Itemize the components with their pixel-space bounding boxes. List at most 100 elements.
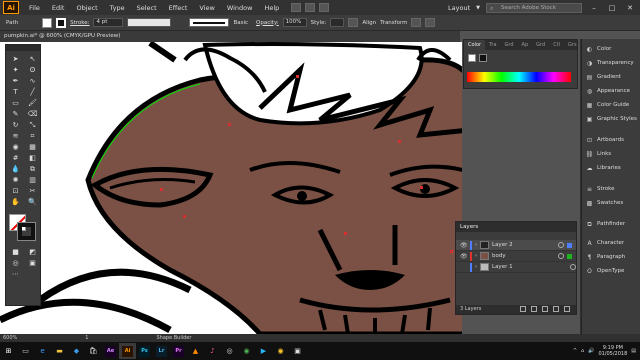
layer-target-icon[interactable] [570,264,576,270]
perspective-grid-tool-icon[interactable]: ▦ [25,142,40,152]
screen-mode-icon[interactable]: ▣ [25,258,40,268]
tab-gradient[interactable]: Grd [501,40,518,50]
new-sublayer-icon[interactable] [542,306,548,312]
network-icon[interactable]: ⌂ [581,348,584,354]
chrome-canary-icon[interactable]: ◉ [272,343,289,359]
stroke-black-swatch[interactable] [479,54,487,62]
steam-icon[interactable]: ◎ [221,343,238,359]
line-tool-icon[interactable]: ╱ [25,87,40,97]
windows-start-icon[interactable]: ⊞ [0,343,17,359]
rectangle-tool-icon[interactable]: ▭ [8,98,23,108]
app-lr-icon[interactable]: Lr [153,343,170,359]
tab-appearance[interactable]: Ap [518,40,533,50]
dock-item-libraries[interactable]: ☁ Libraries [585,162,621,174]
slice-tool-icon[interactable]: ✂ [25,186,40,196]
app-ps-icon[interactable]: Ps [136,343,153,359]
menu-view[interactable]: View [193,4,220,12]
current-tool-label[interactable]: Shape Builder [156,335,191,341]
rotate-tool-icon[interactable]: ↻ [8,120,23,130]
fill-swatch[interactable] [42,17,53,28]
dock-item-opentype[interactable]: O OpenType [585,265,624,277]
shape-builder-tool-icon[interactable]: ◉ [8,142,23,152]
dock-item-stroke[interactable]: ≡ Stroke [585,183,615,195]
dock-item-gradient[interactable]: ▤ Gradient [585,71,621,83]
new-layer-icon[interactable] [553,306,559,312]
scale-tool-icon[interactable]: ⤡ [25,120,40,130]
pencil-tool-icon[interactable]: ✎ [8,109,23,119]
column-graph-tool-icon[interactable]: ▥ [25,175,40,185]
dock-item-paragraph[interactable]: ¶ Paragraph [585,251,626,263]
app-ai-icon[interactable]: Ai [119,343,136,359]
audio-app-icon[interactable]: ♪ [204,343,221,359]
minimize-button[interactable]: – [588,4,600,12]
gradient-tool-icon[interactable]: ◧ [25,153,40,163]
menu-object[interactable]: Object [70,4,103,12]
dock-item-appearance[interactable]: ◍ Appearance [585,85,630,97]
notifications-icon[interactable]: ▤ [631,348,636,354]
blend-tool-icon[interactable]: ⧉ [25,164,40,174]
pen-tool-icon[interactable]: ✒ [8,76,23,86]
dock-item-transparency[interactable]: ◑ Transparency [585,57,634,69]
app-pr-icon[interactable]: Pr [170,343,187,359]
store-icon[interactable]: 🛍 [85,343,102,359]
tab-color[interactable]: Color [464,40,486,50]
zoom-tool-icon[interactable]: 🔍 [25,197,40,207]
chrome-icon[interactable]: ◉ [238,343,255,359]
transform-link[interactable]: Transform [380,20,407,26]
media-player-icon[interactable]: ▣ [289,343,306,359]
menu-select[interactable]: Select [131,4,163,12]
stock-icon[interactable] [305,3,316,12]
lasso-tool-icon[interactable]: ʘ [25,65,40,75]
workspace-switcher[interactable]: Layout [448,4,470,12]
draw-mode-icon[interactable]: ◎ [8,258,23,268]
arrange-documents-icon[interactable] [319,3,330,12]
dock-item-graphic-styles[interactable]: ▣ Graphic Styles [585,113,637,125]
menu-help[interactable]: Help [258,4,285,12]
dock-item-swatches[interactable]: ▩ Swatches [585,197,624,209]
tab-character[interactable]: Ctl [549,40,564,50]
layer-row[interactable]: › Layer 1 [456,262,576,273]
menu-window[interactable]: Window [221,4,259,12]
graphic-style-select[interactable] [330,18,345,27]
layer-target-icon[interactable] [558,242,564,248]
task-view-icon[interactable]: ▭ [17,343,34,359]
stroke-swatch[interactable] [56,17,67,28]
symbol-sprayer-tool-icon[interactable]: ✺ [8,175,23,185]
recolor-icon[interactable] [348,18,359,27]
fill-stroke-control[interactable] [9,214,39,241]
artboard-navigator[interactable]: 1 [85,335,88,341]
tab-graphic[interactable]: Grd [532,40,549,50]
more-tools-icon[interactable]: ⋯ [8,269,23,279]
menu-file[interactable]: File [23,4,46,12]
brush-definition-preview[interactable] [189,18,230,27]
hand-tool-icon[interactable]: ✋ [8,197,23,207]
panel-menu-icon[interactable] [425,18,436,27]
layer-target-icon[interactable] [558,253,564,259]
curvature-tool-icon[interactable]: ∿ [25,76,40,86]
gradient-mode-icon[interactable]: ◩ [25,247,40,257]
vlc-icon[interactable]: ▲ [187,343,204,359]
locate-object-icon[interactable] [520,306,526,312]
layer-name[interactable]: body [492,253,555,259]
dock-item-artboards[interactable]: ⊡ Artboards [585,134,624,146]
isolate-icon[interactable] [411,18,422,27]
direct-selection-tool-icon[interactable]: ↖ [25,54,40,64]
magic-wand-tool-icon[interactable]: ✦ [8,65,23,75]
dock-item-color-guide[interactable]: ▦ Color Guide [585,99,630,111]
expand-arrow-icon[interactable]: › [475,264,477,270]
paintbrush-tool-icon[interactable]: 🖌 [25,98,40,108]
stock-search-input[interactable]: ⌕ Search Adobe Stock [486,2,582,13]
menu-type[interactable]: Type [104,4,131,12]
tray-expand-icon[interactable]: ^ [573,348,577,354]
stroke-label[interactable]: Stroke: [70,20,89,26]
menu-effect[interactable]: Effect [163,4,194,12]
artboard-tool-icon[interactable]: ⊡ [8,186,23,196]
layers-panel-header[interactable]: Layers [456,222,576,232]
eraser-tool-icon[interactable]: ⌫ [25,109,40,119]
video-app-icon[interactable]: ▶ [255,343,272,359]
document-tab[interactable]: pumpkin.ai* @ 600% (CMYK/GPU Preview) [0,31,460,42]
visibility-eye-icon[interactable]: 👁 [460,253,468,260]
opacity-field[interactable]: 100% [282,18,307,27]
mesh-tool-icon[interactable]: # [8,153,23,163]
visibility-eye-icon[interactable]: 👁 [460,242,468,249]
